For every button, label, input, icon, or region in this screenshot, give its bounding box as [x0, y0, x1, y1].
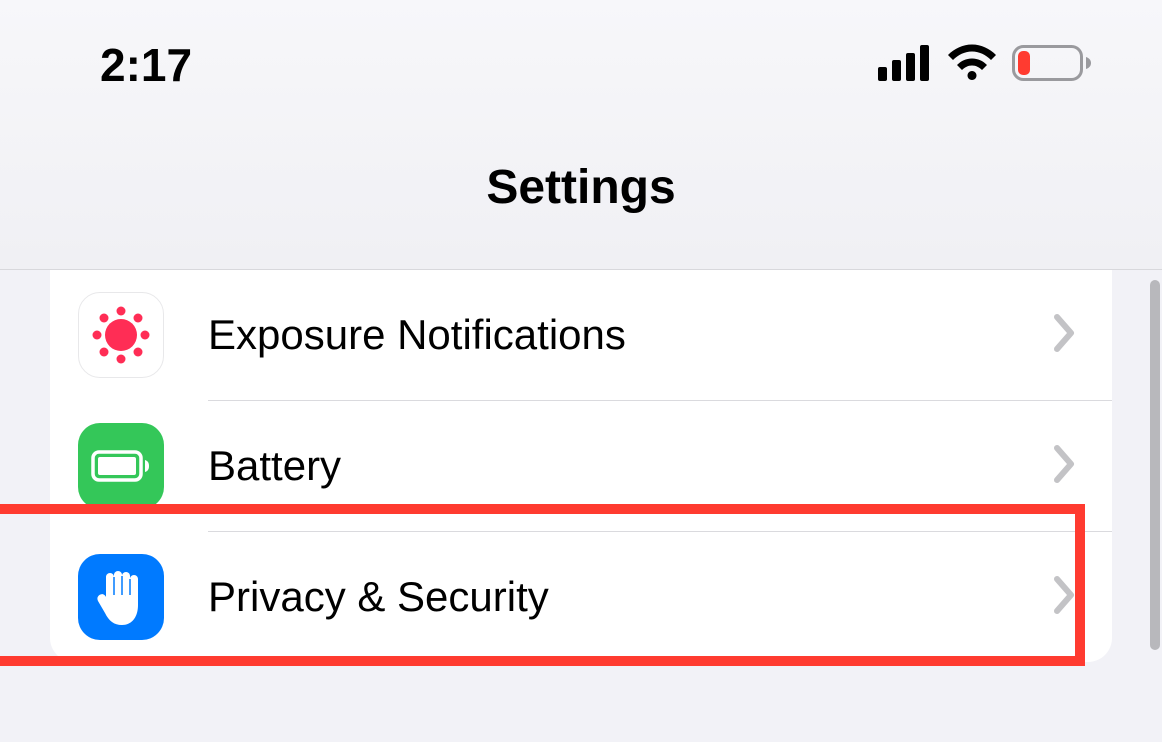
chevron-right-icon [1054, 576, 1076, 619]
settings-group: Exposure Notifications Battery [50, 270, 1112, 662]
battery-icon [78, 423, 164, 509]
status-icons [878, 44, 1092, 87]
row-battery[interactable]: Battery [50, 401, 1112, 531]
chevron-right-icon [1054, 445, 1076, 488]
status-bar: 2:17 [0, 20, 1162, 100]
content-region: Exposure Notifications Battery [0, 270, 1162, 662]
privacy-hand-icon [78, 554, 164, 640]
exposure-notifications-icon [78, 292, 164, 378]
header-region: 2:17 [0, 0, 1162, 270]
chevron-right-icon [1054, 314, 1076, 357]
status-time: 2:17 [100, 38, 192, 92]
row-label: Privacy & Security [208, 573, 1054, 621]
row-exposure-notifications[interactable]: Exposure Notifications [50, 270, 1112, 400]
row-privacy-security[interactable]: Privacy & Security [50, 532, 1112, 662]
scrollbar[interactable] [1150, 280, 1160, 650]
row-label: Battery [208, 442, 1054, 490]
wifi-icon [946, 44, 998, 87]
page-title: Settings [0, 100, 1162, 215]
row-label: Exposure Notifications [208, 311, 1054, 359]
cellular-icon [878, 45, 932, 86]
battery-low-icon [1012, 45, 1092, 86]
